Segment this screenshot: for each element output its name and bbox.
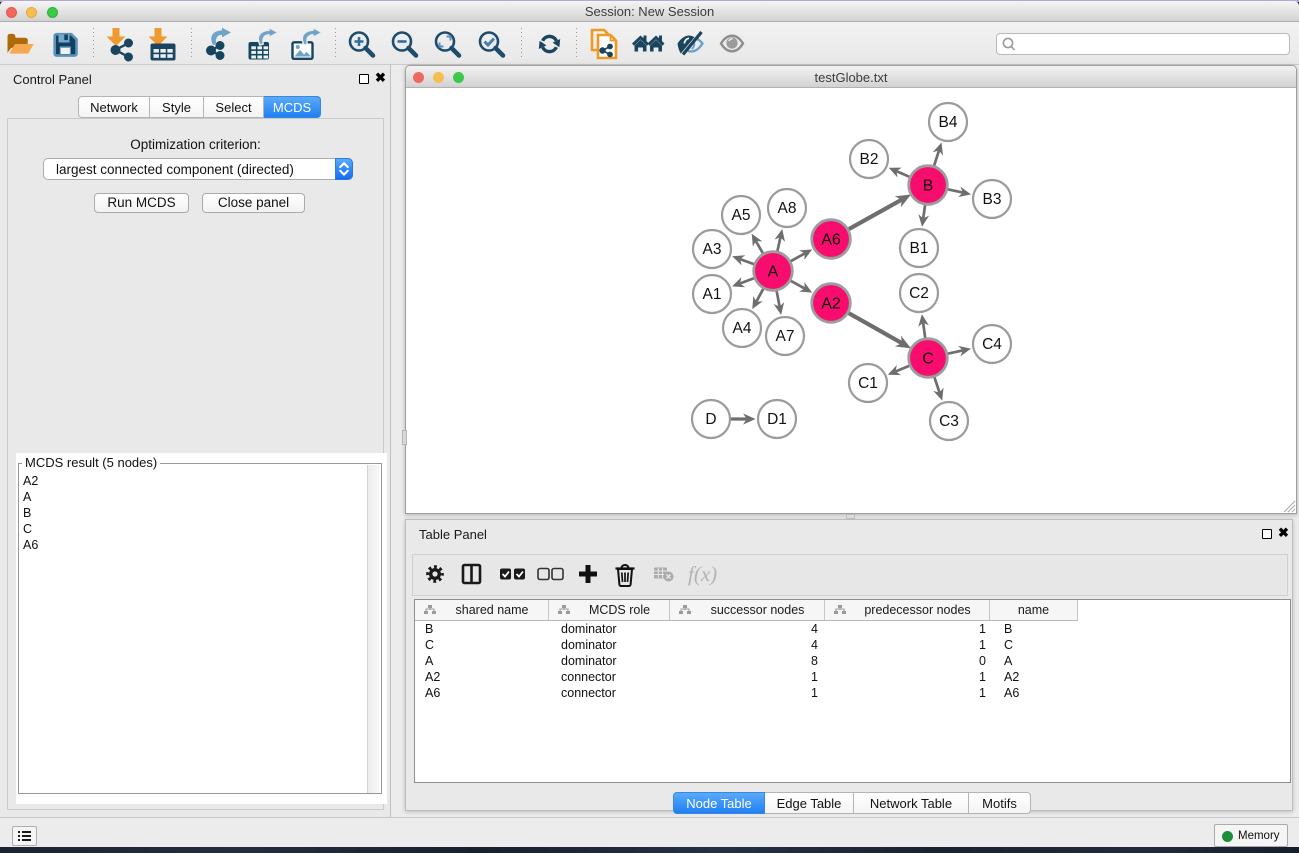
svg-text:C4: C4 bbox=[982, 336, 1002, 353]
svg-text:B4: B4 bbox=[939, 114, 958, 131]
svg-text:B2: B2 bbox=[860, 151, 879, 168]
svg-text:C1: C1 bbox=[858, 375, 878, 392]
svg-text:A2: A2 bbox=[821, 296, 841, 313]
svg-text:A4: A4 bbox=[733, 320, 752, 337]
svg-text:A3: A3 bbox=[703, 241, 722, 258]
svg-text:A: A bbox=[768, 264, 779, 281]
svg-text:A8: A8 bbox=[778, 200, 797, 217]
svg-text:B3: B3 bbox=[983, 191, 1002, 208]
svg-text:C2: C2 bbox=[909, 285, 929, 302]
svg-text:f(x): f(x) bbox=[688, 562, 717, 586]
svg-text:A6: A6 bbox=[821, 232, 841, 249]
svg-text:D1: D1 bbox=[767, 411, 787, 428]
svg-text:B1: B1 bbox=[910, 240, 929, 257]
svg-text:B: B bbox=[923, 178, 934, 195]
svg-text:A5: A5 bbox=[732, 207, 751, 224]
svg-text:A1: A1 bbox=[703, 286, 722, 303]
svg-text:D: D bbox=[705, 411, 716, 428]
svg-text:C: C bbox=[922, 351, 934, 368]
svg-text:A7: A7 bbox=[776, 328, 795, 345]
svg-text:C3: C3 bbox=[939, 413, 959, 430]
